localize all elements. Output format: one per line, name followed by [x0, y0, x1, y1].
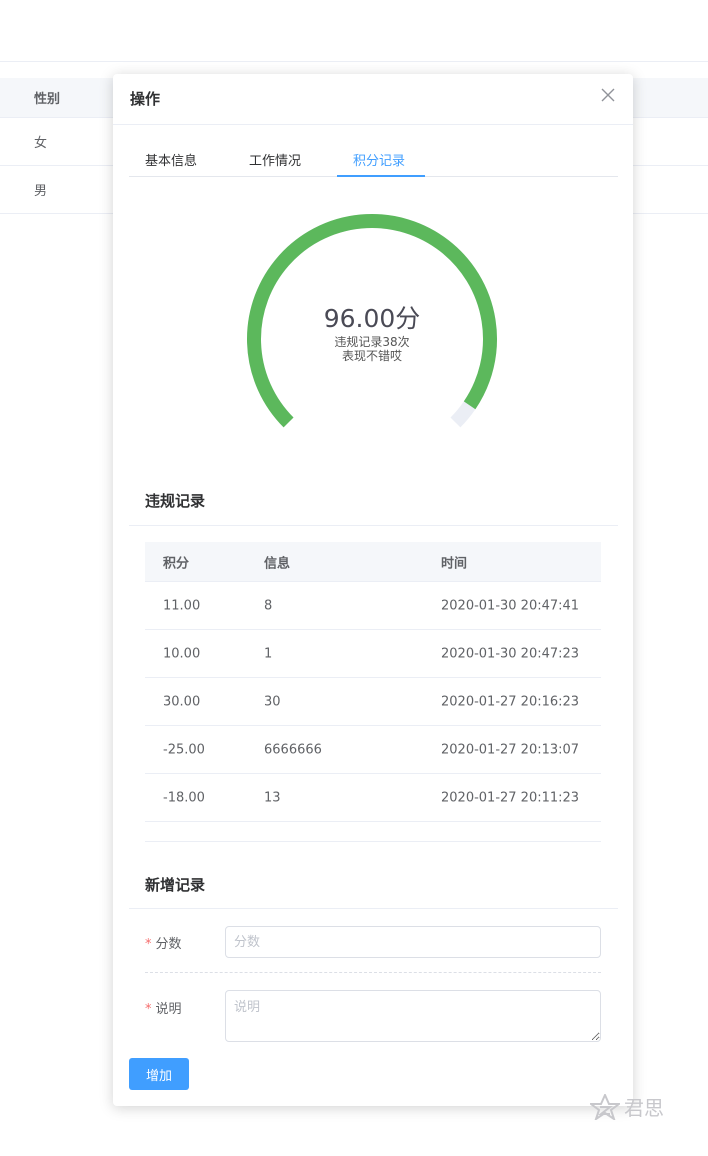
- records-bottom-divider: [145, 841, 601, 842]
- violations-table: 积分 信息 时间 11.00 8 2020-01-30 20:47:41 10.…: [145, 542, 601, 822]
- gender-cell: 女: [34, 136, 48, 151]
- watermark-logo-icon: [590, 1093, 620, 1120]
- close-icon[interactable]: [599, 88, 617, 106]
- time-cell: 2020-01-27 20:16:23: [441, 694, 580, 709]
- tabs: 基本信息 工作情况 积分记录: [129, 144, 618, 177]
- table-row: 10.00 1 2020-01-30 20:47:23: [145, 630, 601, 678]
- operation-dialog: 操作 基本信息 工作情况 积分记录 96.00分 违规记录38次 表现不错哎 违…: [113, 74, 633, 1106]
- new-record-divider: [129, 908, 618, 909]
- violation-count: 违规记录38次: [334, 335, 410, 349]
- score-comment: 表现不错哎: [341, 349, 402, 363]
- time-cell: 2020-01-27 20:11:23: [441, 790, 580, 805]
- desc-field-label: * 说明: [145, 998, 182, 1017]
- tab-score-records[interactable]: 积分记录: [353, 150, 405, 169]
- info-cell: 13: [264, 790, 281, 805]
- add-button[interactable]: 增加: [129, 1058, 189, 1090]
- score-input[interactable]: [225, 926, 601, 958]
- gender-cell: 男: [34, 184, 48, 199]
- tab-basic-info[interactable]: 基本信息: [145, 150, 197, 169]
- tab-work-status[interactable]: 工作情况: [249, 150, 301, 169]
- desc-label-text: 说明: [155, 1002, 182, 1017]
- points-cell: 30.00: [163, 694, 201, 709]
- time-cell: 2020-01-30 20:47:23: [441, 646, 580, 661]
- description-textarea[interactable]: [225, 990, 601, 1042]
- score-field-label: * 分数: [145, 933, 182, 952]
- page: 性别 女 男 操作 基本信息 工作情况 积分记录 96.00分 违规记录38次 …: [0, 0, 708, 1156]
- points-cell: 10.00: [163, 646, 201, 661]
- dialog-header: 操作: [113, 74, 633, 125]
- required-mark: *: [145, 937, 152, 952]
- dialog-title: 操作: [130, 90, 161, 108]
- background-header: [0, 0, 708, 62]
- required-mark: *: [145, 1002, 152, 1017]
- points-cell: -18.00: [163, 790, 205, 805]
- table-row: -18.00 13 2020-01-27 20:11:23: [145, 774, 601, 822]
- time-cell: 2020-01-27 20:13:07: [441, 742, 580, 757]
- form-separator: [145, 972, 601, 973]
- new-record-title: 新增记录: [145, 876, 206, 894]
- score-label-text: 分数: [155, 937, 182, 952]
- info-column-header: 信息: [264, 556, 291, 571]
- points-column-header: 积分: [163, 556, 190, 571]
- gender-column-header: 性别: [34, 92, 61, 107]
- violations-title: 违规记录: [145, 492, 206, 510]
- table-row: -25.00 6666666 2020-01-27 20:13:07: [145, 726, 601, 774]
- points-cell: 11.00: [163, 598, 201, 613]
- time-cell: 2020-01-30 20:47:41: [441, 598, 580, 613]
- info-cell: 8: [264, 598, 273, 613]
- violations-divider: [129, 525, 618, 526]
- watermark-text: 君思: [624, 1096, 664, 1120]
- time-column-header: 时间: [441, 556, 468, 571]
- info-cell: 30: [264, 694, 281, 709]
- table-row: 30.00 30 2020-01-27 20:16:23: [145, 678, 601, 726]
- violations-table-header: 积分 信息 时间: [145, 542, 601, 582]
- watermark: 君思: [590, 1092, 664, 1121]
- points-cell: -25.00: [163, 742, 205, 757]
- gauge-text: 96.00分 违规记录38次 表现不错哎: [237, 303, 507, 363]
- info-cell: 6666666: [264, 742, 322, 757]
- close-icon-glyph: [601, 88, 615, 102]
- info-cell: 1: [264, 646, 273, 661]
- table-row: 11.00 8 2020-01-30 20:47:41: [145, 582, 601, 630]
- active-tab-indicator: [337, 175, 425, 177]
- score-value: 96.00分: [323, 304, 421, 333]
